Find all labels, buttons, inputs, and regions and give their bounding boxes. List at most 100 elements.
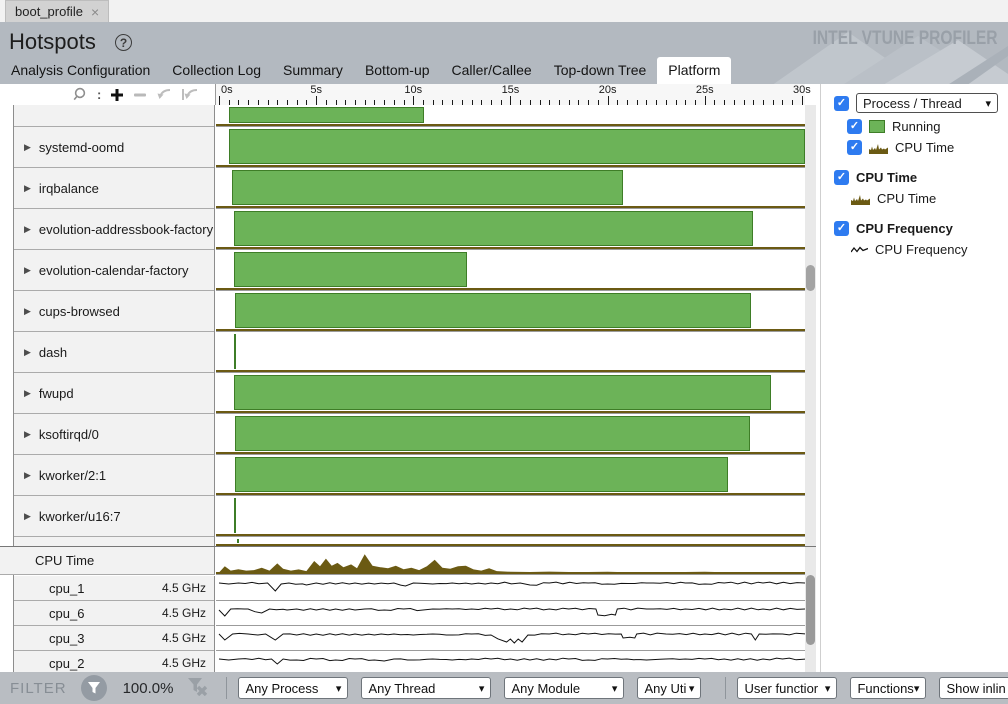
- tab-analysis-configuration[interactable]: Analysis Configuration: [0, 57, 161, 84]
- filter-select-functions[interactable]: Functions▾: [850, 677, 926, 699]
- expand-triangle-icon[interactable]: ▶: [24, 429, 31, 440]
- expand-triangle-icon[interactable]: ▶: [24, 183, 31, 194]
- help-icon[interactable]: ?: [115, 34, 132, 51]
- process-row-track[interactable]: [216, 126, 805, 167]
- process-row-track[interactable]: [216, 167, 805, 208]
- running-bar[interactable]: [235, 293, 752, 328]
- cpu-section: CPU Frequency CPU Time cpu_14.5 GHzcpu_6…: [0, 547, 816, 672]
- filter-select-user-functior[interactable]: User functior▾: [737, 677, 837, 699]
- process-row-label[interactable]: ▶irqbalance: [14, 167, 214, 208]
- cpu-frequency-row-label[interactable]: cpu_14.5 GHz: [14, 576, 214, 601]
- expand-triangle-icon[interactable]: ▶: [24, 470, 31, 481]
- running-bar[interactable]: [234, 375, 771, 410]
- process-row-label-partial: [14, 536, 214, 546]
- cpu-frequency-row-label[interactable]: cpu_64.5 GHz: [14, 601, 214, 626]
- running-bar[interactable]: [235, 416, 751, 451]
- running-bar[interactable]: [234, 211, 754, 246]
- zoom-in-button[interactable]: [110, 88, 124, 102]
- process-row-track[interactable]: [216, 290, 805, 331]
- cpu-frequency-track[interactable]: [216, 576, 805, 601]
- cpu-scrollbar-thumb[interactable]: [806, 575, 815, 645]
- expand-triangle-icon[interactable]: ▶: [24, 347, 31, 358]
- process-row-label[interactable]: ▶ cups-browsed: [14, 290, 214, 331]
- process-row-label[interactable]: ▶systemd-oomd: [14, 126, 214, 167]
- process-name: cups-browsed: [39, 304, 120, 319]
- document-tab-label: boot_profile: [15, 4, 83, 19]
- group-by-select[interactable]: Process / Thread▾: [856, 93, 998, 113]
- cpu-frequency-track[interactable]: [216, 626, 805, 651]
- running-bar[interactable]: [235, 457, 729, 492]
- process-row-track[interactable]: [216, 105, 805, 126]
- cpu-frequency-row-label[interactable]: cpu_24.5 GHz: [14, 651, 214, 672]
- filter-select-value: Any Module: [511, 681, 580, 696]
- document-tab[interactable]: boot_profile ×: [5, 0, 109, 22]
- running-bar[interactable]: [234, 498, 236, 533]
- process-row-label[interactable]: ▶evolution-addressbook-factory: [14, 208, 214, 249]
- tab-platform[interactable]: Platform: [657, 57, 731, 84]
- expand-triangle-icon[interactable]: ▶: [24, 388, 31, 399]
- cpu-frequency-track[interactable]: [216, 601, 805, 626]
- running-bar[interactable]: [232, 170, 623, 205]
- undo-zoom-button[interactable]: [156, 88, 172, 101]
- filter-select-any-uti[interactable]: Any Uti▾: [637, 677, 701, 699]
- running-bar[interactable]: [234, 334, 236, 369]
- expand-triangle-icon[interactable]: ▶: [24, 265, 31, 276]
- running-bar[interactable]: [229, 107, 424, 123]
- expand-triangle-icon[interactable]: ▶: [24, 142, 31, 153]
- tab-collection-log[interactable]: Collection Log: [161, 57, 272, 84]
- process-chart-area[interactable]: [216, 105, 805, 546]
- process-row-track[interactable]: [216, 413, 805, 454]
- expand-triangle-icon[interactable]: ▶: [24, 224, 31, 235]
- process-row-label[interactable]: ▶evolution-calendar-factory: [14, 249, 214, 290]
- process-row-track[interactable]: [216, 372, 805, 413]
- running-bar[interactable]: [234, 252, 467, 287]
- filter-select-any-process[interactable]: Any Process▾: [238, 677, 348, 699]
- process-row-track[interactable]: [216, 249, 805, 290]
- filter-funnel-icon[interactable]: [81, 675, 107, 701]
- process-row-label[interactable]: ▶dash: [14, 331, 214, 372]
- filter-select-any-thread[interactable]: Any Thread▾: [361, 677, 491, 699]
- running-bar[interactable]: [229, 129, 805, 164]
- process-row-label[interactable]: ▶fwupd: [14, 372, 214, 413]
- zoom-tool-icon[interactable]: [72, 87, 88, 102]
- time-ruler[interactable]: 0s5s10s15s20s25s30s: [215, 84, 805, 105]
- tab-caller-callee[interactable]: Caller/Callee: [441, 57, 543, 84]
- process-row-track[interactable]: [216, 331, 805, 372]
- process-scrollbar-thumb[interactable]: [806, 265, 815, 291]
- expand-triangle-icon[interactable]: ▶: [24, 306, 31, 317]
- checkbox-checked[interactable]: ✓: [834, 96, 849, 111]
- zoom-out-button[interactable]: [133, 88, 147, 102]
- tab-summary[interactable]: Summary: [272, 57, 354, 84]
- expand-triangle-icon[interactable]: ▶: [24, 511, 31, 522]
- cpu-scrollbar[interactable]: [805, 547, 816, 672]
- checkbox-checked[interactable]: ✓: [847, 140, 862, 155]
- process-row-track[interactable]: [216, 495, 805, 536]
- process-row-label[interactable]: ▶kworker/u16:7: [14, 495, 214, 536]
- filter-select-any-module[interactable]: Any Module▾: [504, 677, 624, 699]
- cpu-time-row-label[interactable]: CPU Time: [0, 547, 215, 575]
- tab-top-down-tree[interactable]: Top-down Tree: [543, 57, 658, 84]
- ruler-major-tick: [316, 96, 317, 105]
- filter-clear-icon[interactable]: [187, 676, 209, 701]
- process-row-label[interactable]: ▶kworker/2:1: [14, 454, 214, 495]
- chevron-down-icon: ▾: [336, 682, 342, 695]
- close-icon[interactable]: ×: [91, 5, 99, 19]
- redo-zoom-button[interactable]: [181, 88, 199, 101]
- running-bar[interactable]: [237, 539, 239, 543]
- checkbox-checked[interactable]: ✓: [834, 221, 849, 236]
- checkbox-checked[interactable]: ✓: [834, 170, 849, 185]
- checkbox-checked[interactable]: ✓: [847, 119, 862, 134]
- process-scrollbar[interactable]: [805, 105, 816, 546]
- filter-select-show-inlin[interactable]: Show inlin▾: [939, 677, 1008, 699]
- cpu-frequency-row-label[interactable]: cpu_34.5 GHz: [14, 626, 214, 651]
- cpu-time-chart[interactable]: [216, 547, 805, 575]
- cpu-frequency-chart-area[interactable]: [216, 576, 805, 672]
- chevron-down-icon: ▾: [689, 682, 695, 695]
- process-row-label[interactable]: ▶ksoftirqd/0: [14, 413, 214, 454]
- filter-select-value: Functions: [857, 681, 913, 696]
- process-row-track[interactable]: [216, 536, 805, 546]
- cpu-frequency-track[interactable]: [216, 651, 805, 672]
- process-row-track[interactable]: [216, 454, 805, 495]
- process-row-track[interactable]: [216, 208, 805, 249]
- tab-bottom-up[interactable]: Bottom-up: [354, 57, 441, 84]
